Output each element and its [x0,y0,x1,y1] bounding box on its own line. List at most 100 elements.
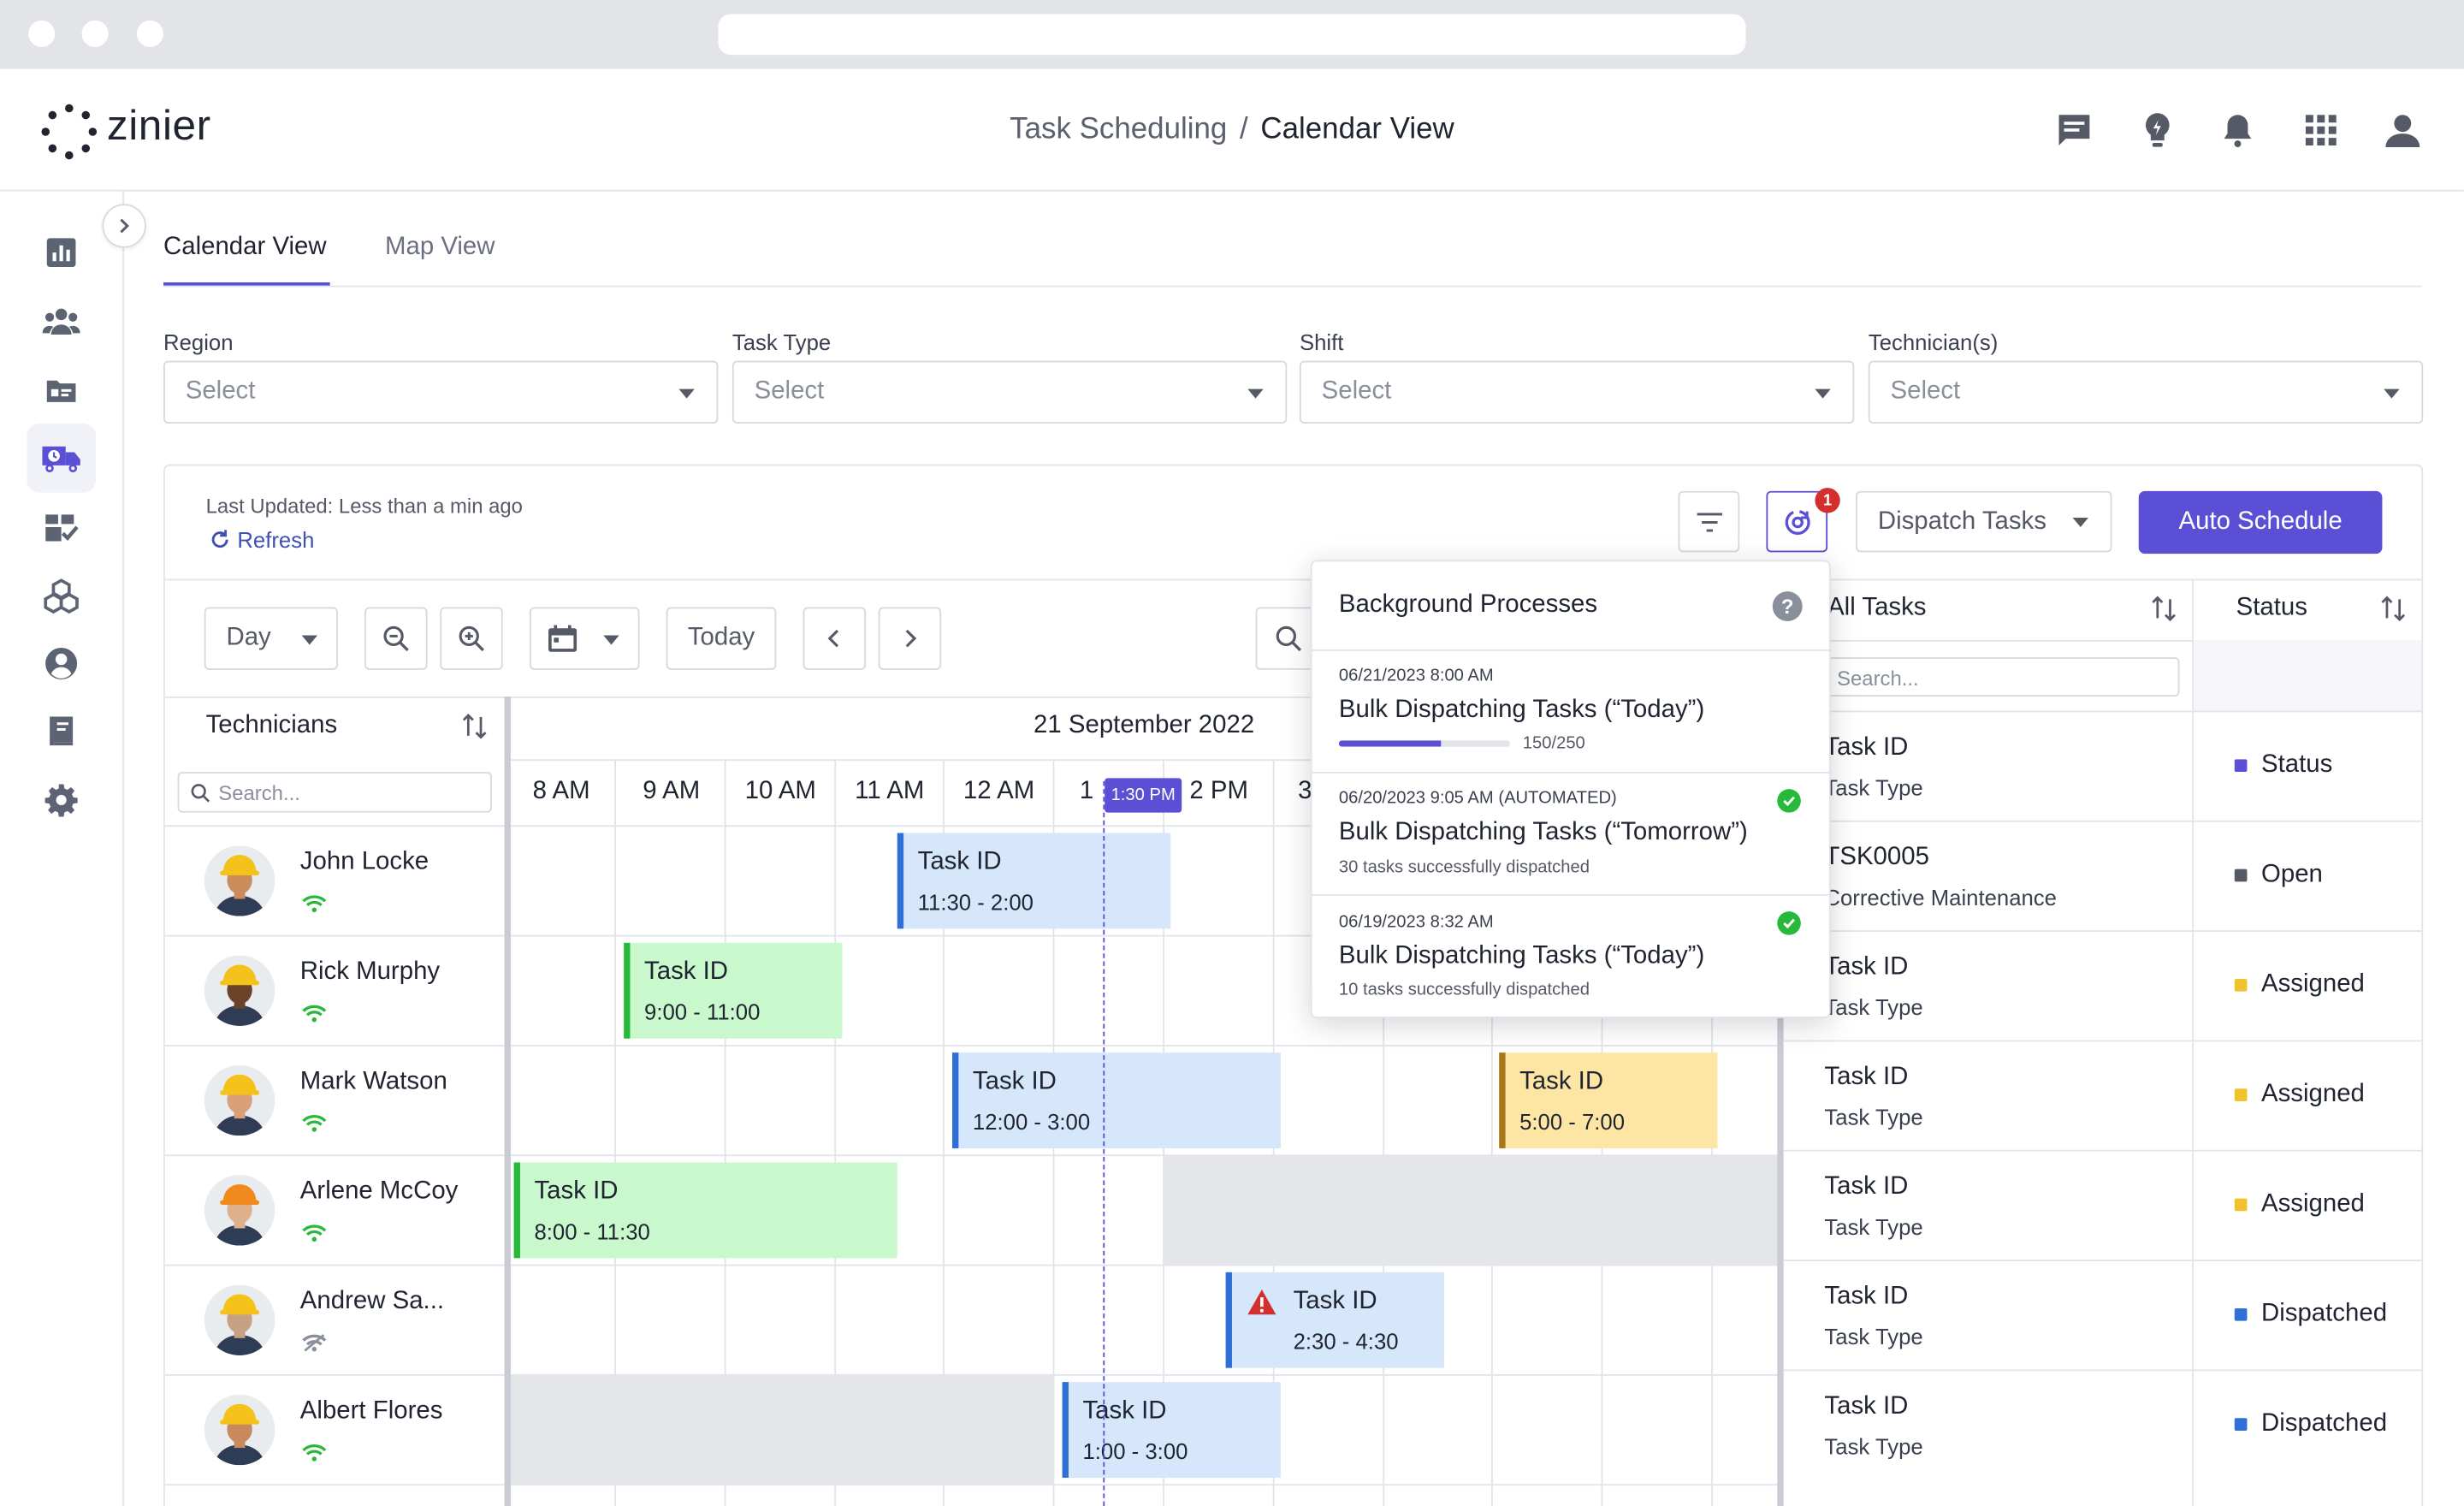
refresh-icon [211,530,228,548]
lightbulb-icon[interactable] [2137,110,2178,151]
address-bar[interactable] [718,14,1746,56]
process-name[interactable]: Bulk Dispatching Tasks (“Today”) [1339,943,1704,971]
sidebar-expand-button[interactable] [102,204,146,248]
task-block[interactable]: Task ID 9:00 - 11:00 [624,942,843,1039]
technician-column-divider[interactable] [504,696,511,1506]
task-block[interactable]: Task ID 12:00 - 3:00 [952,1052,1281,1148]
window-close-dot[interactable] [28,20,56,47]
status-dot [2234,1307,2248,1321]
nav-id-card[interactable] [27,356,96,425]
avatar[interactable] [204,1394,275,1466]
breadcrumb-task-scheduling[interactable]: Task Scheduling [1010,113,1227,145]
avatar[interactable] [204,955,275,1026]
chat-icon[interactable] [2054,110,2095,151]
region-select-value: Select [185,377,256,405]
sort-icon[interactable] [2150,595,2178,623]
success-check-icon [1777,789,1801,813]
nav-book[interactable] [27,697,96,766]
nav-analytics[interactable] [27,218,96,288]
status-filter-cell [2194,639,2422,711]
avatar[interactable] [204,1064,275,1136]
task-list-id[interactable]: Task ID [1824,954,1908,982]
status-column-divider [2192,580,2194,1506]
bell-icon[interactable] [2218,110,2259,151]
process-name[interactable]: Bulk Dispatching Tasks (“Today”) [1339,697,1704,725]
task-time: 2:30 - 4:30 [1293,1328,1399,1355]
refresh-link[interactable]: Refresh [209,527,314,552]
sort-icon[interactable] [2379,595,2408,623]
zoom-out-button[interactable] [364,607,428,670]
window-minimize-dot[interactable] [81,20,109,47]
view-mode-select[interactable]: Day [204,607,338,670]
task-block[interactable]: Task ID 1:00 - 3:00 [1062,1382,1281,1478]
task-type-select[interactable]: Select [732,360,1288,424]
task-list-id[interactable]: Task ID [1824,1284,1908,1312]
technician-name[interactable]: Rick Murphy [300,958,440,987]
task-list-id[interactable]: TSK0005 [1824,844,1929,872]
task-id: Task ID [972,1068,1057,1095]
task-block[interactable]: Task ID 11:30 - 2:00 [897,833,1171,929]
auto-schedule-button[interactable]: Auto Schedule [2138,490,2383,554]
help-icon[interactable]: ? [1772,591,1803,621]
task-list-id[interactable]: Task ID [1824,1393,1908,1421]
nav-inventory[interactable] [27,493,96,562]
technician-name[interactable]: John Locke [300,849,429,877]
avatar[interactable] [204,1284,275,1355]
zoom-in-button[interactable] [440,607,503,670]
row-divider [164,1044,1784,1046]
analytics-icon [46,238,76,267]
wifi-online-icon [302,1222,327,1242]
app-header: zinier Task Scheduling / Calendar View [0,68,2464,192]
process-name[interactable]: Bulk Dispatching Tasks (“Tomorrow”) [1339,819,1748,847]
technician-name[interactable]: Arlene McCoy [300,1178,459,1207]
tab-map-view[interactable]: Map View [385,234,495,262]
nav-team[interactable] [27,287,96,356]
technician-name[interactable]: Andrew Sa... [300,1288,444,1316]
nav-settings[interactable] [27,766,96,835]
process-progress-count: 150/250 [1522,733,1585,753]
task-block[interactable]: Task ID 8:00 - 11:30 [513,1162,897,1259]
technician-name[interactable]: Albert Flores [300,1397,443,1426]
status-dot [2234,978,2248,992]
team-icon [42,308,80,335]
nav-boxes[interactable] [27,561,96,631]
task-list-id[interactable]: Task ID [1824,1064,1908,1092]
filter-button[interactable] [1678,490,1740,553]
date-picker-button[interactable] [529,607,640,670]
task-list-id[interactable]: Task ID [1824,1173,1908,1201]
caret-down-icon [301,635,318,645]
task-id: Task ID [917,848,1002,875]
calendar-search-button[interactable] [1255,607,1318,670]
nav-dispatch[interactable] [27,423,97,493]
sort-icon[interactable] [460,712,489,740]
search-icon [191,784,210,803]
next-day-button[interactable] [878,607,942,670]
task-search-input[interactable]: Search... [1822,657,2180,697]
task-type-label: Task Type [732,329,832,355]
row-divider [1783,1040,2422,1042]
apps-grid-icon[interactable] [2301,110,2342,151]
shift-select[interactable]: Select [1299,360,1855,424]
prev-day-button[interactable] [803,607,867,670]
window-maximize-dot[interactable] [136,20,164,47]
technicians-select[interactable]: Select [1868,360,2424,424]
technician-name[interactable]: Mark Watson [300,1068,447,1096]
today-button[interactable]: Today [666,607,777,670]
dispatch-tasks-select[interactable]: Dispatch Tasks [1856,490,2112,553]
avatar[interactable] [204,845,275,916]
region-select[interactable]: Select [163,360,719,424]
tab-calendar-view[interactable]: Calendar View [163,234,327,262]
task-block[interactable]: Task ID 5:00 - 7:00 [1499,1052,1718,1148]
technician-search-input[interactable]: Search... [177,771,492,813]
process-note: 10 tasks successfully dispatched [1338,980,1590,999]
status-dot [2234,759,2248,772]
caret-down-icon [603,635,619,645]
task-list-id[interactable]: Task ID [1824,734,1908,762]
nav-profile[interactable] [27,629,96,698]
task-block[interactable]: Task ID 2:30 - 4:30 [1225,1272,1444,1368]
warning-icon [1247,1288,1278,1324]
search-icon [1275,626,1301,652]
avatar[interactable] [204,1175,275,1246]
current-time-line [1103,780,1105,1506]
user-icon[interactable] [2382,110,2423,151]
